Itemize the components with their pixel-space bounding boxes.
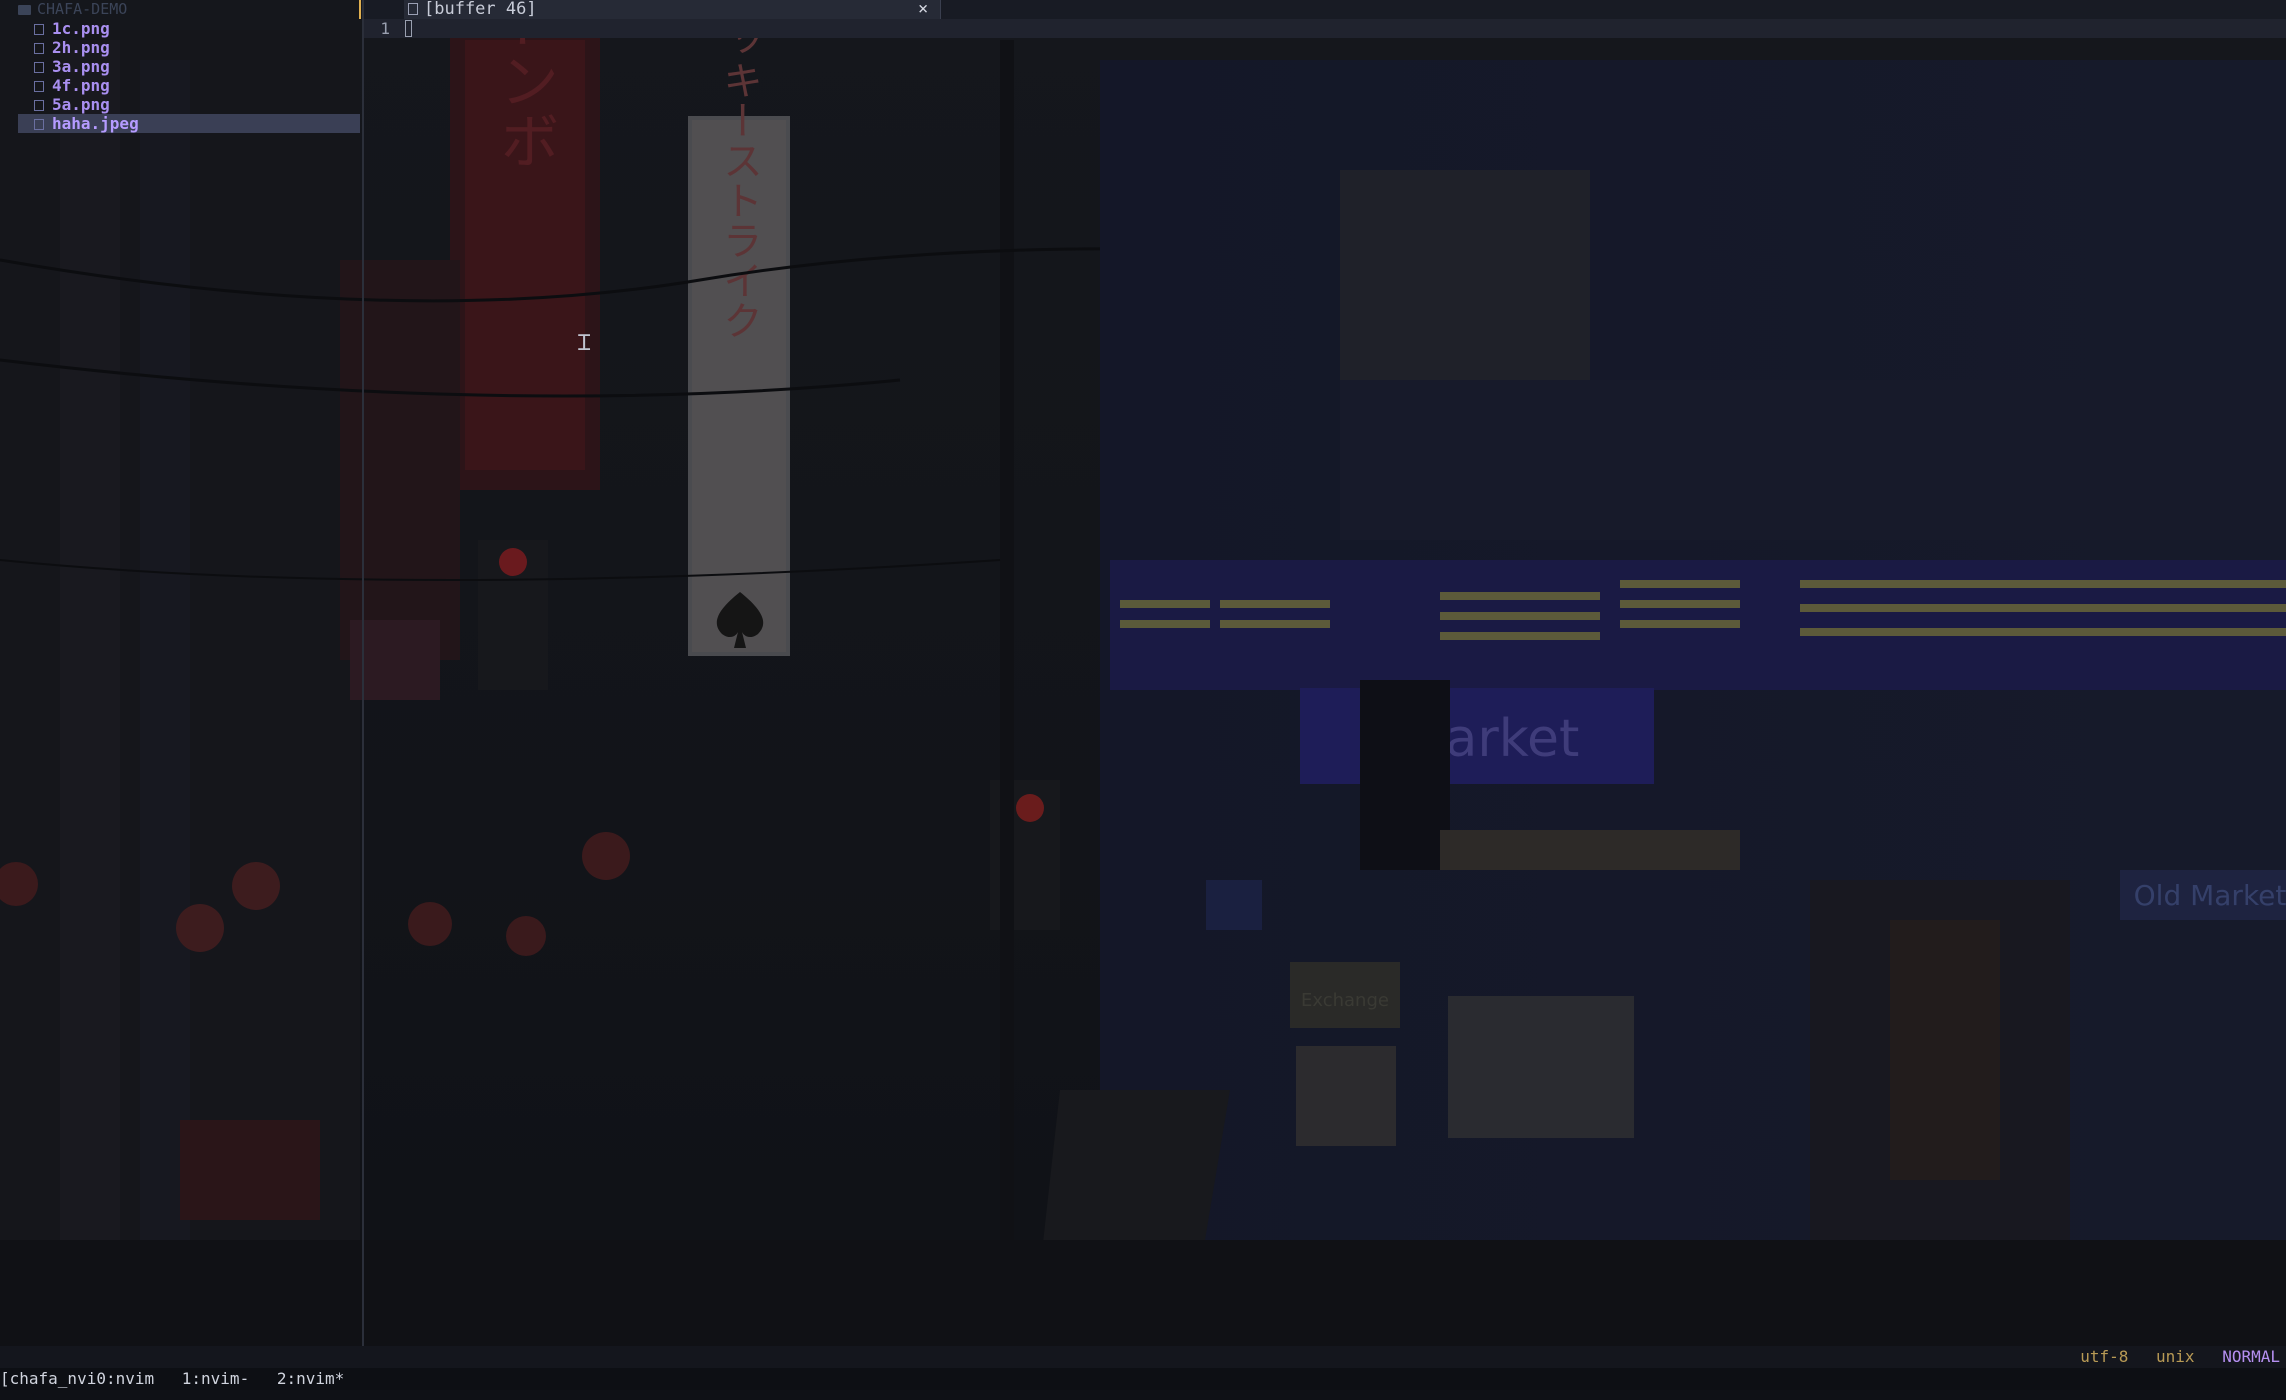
- file-label: haha.jpeg: [52, 114, 139, 133]
- tab-label: [buffer 46]: [424, 0, 537, 19]
- status-right: utf-8 unix NORMAL: [2062, 1346, 2280, 1368]
- status-mode: NORMAL: [2222, 1347, 2280, 1366]
- text-cursor-icon: Ɪ: [578, 331, 591, 356]
- tmux-window-1[interactable]: 1:nvim-: [182, 1369, 249, 1388]
- explorer-root-label: CHAFA-DEMO: [37, 0, 128, 18]
- image-file-icon: [34, 100, 44, 111]
- line-number: 1: [380, 19, 390, 38]
- file-label: 2h.png: [52, 38, 110, 57]
- window-separator[interactable]: [362, 0, 364, 1346]
- explorer-file-2h[interactable]: 2h.png: [18, 38, 360, 57]
- sign-old-market: Old Market: [2134, 879, 2286, 912]
- file-label: 3a.png: [52, 57, 110, 76]
- document-icon: [408, 3, 418, 15]
- explorer-file-5a[interactable]: 5a.png: [18, 95, 360, 114]
- file-label: 5a.png: [52, 95, 110, 114]
- sign-exchange: Exchange: [1301, 990, 1389, 1011]
- image-file-icon: [34, 81, 44, 92]
- file-label: 4f.png: [52, 76, 110, 95]
- tmux-session: [chafa_nvi0:nvim: [0, 1369, 155, 1388]
- image-file-icon: [34, 119, 44, 130]
- winbar: [364, 19, 2286, 38]
- folder-icon: [18, 4, 31, 15]
- sign-text-vertical: ラッキーストライク: [716, 0, 762, 340]
- tmux-window-2[interactable]: 2:nvim*: [277, 1369, 344, 1388]
- explorer-file-haha[interactable]: haha.jpeg: [18, 114, 360, 133]
- status-fileformat: unix: [2156, 1347, 2195, 1366]
- file-explorer: CHAFA-DEMO 1c.png 2h.png 3a.png 4f.png 5…: [0, 0, 362, 1346]
- image-file-icon: [34, 62, 44, 73]
- explorer-root[interactable]: CHAFA-DEMO: [18, 0, 127, 19]
- image-file-icon: [34, 43, 44, 54]
- tmux-statusbar: [chafa_nvi0:nvim 1:nvim- 2:nvim*: [0, 1368, 2286, 1390]
- image-file-icon: [34, 24, 44, 35]
- status-encoding: utf-8: [2080, 1347, 2129, 1366]
- explorer-file-3a[interactable]: 3a.png: [18, 57, 360, 76]
- tab-buffer[interactable]: [buffer 46] ×: [404, 0, 941, 19]
- explorer-file-4f[interactable]: 4f.png: [18, 76, 360, 95]
- separator-marker: [359, 0, 361, 19]
- close-icon[interactable]: ×: [918, 0, 928, 19]
- file-label: 1c.png: [52, 19, 110, 38]
- tabline: [buffer 46] ×: [364, 0, 2286, 19]
- explorer-file-1c[interactable]: 1c.png: [18, 19, 360, 38]
- text-cursor: [405, 20, 412, 37]
- statusline: utf-8 unix NORMAL: [0, 1346, 2286, 1368]
